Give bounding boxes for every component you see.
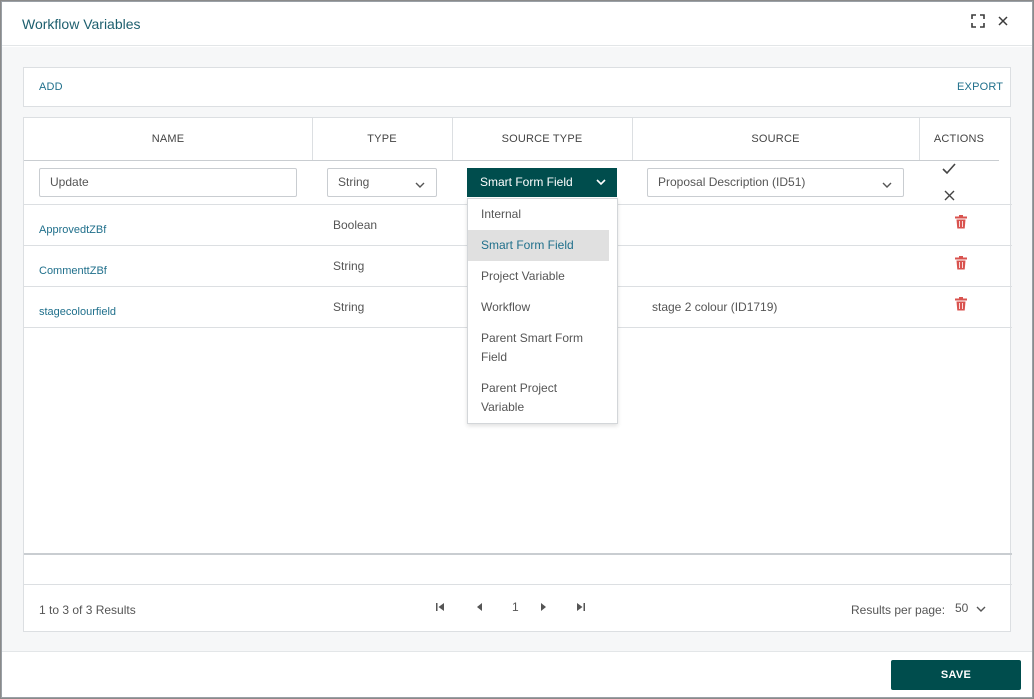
type-select-value: String [338,175,370,189]
dialog-title: Workflow Variables [22,16,141,32]
delete-trash-icon[interactable] [955,256,969,272]
chevron-down-icon [975,603,987,618]
results-per-page-select[interactable]: 50 [955,601,991,615]
chevron-down-icon [414,174,426,201]
dropdown-option-smart-form-field[interactable]: Smart Form Field [468,230,609,261]
delete-trash-icon[interactable] [955,215,969,231]
column-header-name[interactable]: NAME [24,118,312,160]
column-header-source[interactable]: SOURCE [632,118,919,160]
variable-type: String [333,300,365,314]
dropdown-option-line: Parent Project [481,381,558,395]
fullscreen-icon[interactable] [970,14,986,30]
variable-name-link[interactable]: CommenttZBf [39,265,107,277]
column-header-type[interactable]: TYPE [312,118,452,160]
dropdown-option-parent-project-variable[interactable]: Parent Project Variable [468,379,609,419]
export-button[interactable]: EXPORT [957,81,1003,93]
workflow-variables-dialog: Workflow Variables ADD EXPORT NAME TYPE … [1,1,1033,698]
source-type-dropdown: Internal Smart Form Field Project Variab… [467,198,618,424]
variables-grid: NAME TYPE SOURCE TYPE SOURCE ACTIONS Upd… [23,117,1012,632]
dropdown-option-line: Field [481,350,508,364]
column-header-actions: ACTIONS [933,133,985,145]
variable-type: Boolean [333,218,378,232]
source-select-value: Proposal Description (ID51) [658,175,806,189]
delete-trash-icon[interactable] [955,297,969,313]
type-select[interactable]: String [327,168,437,197]
dialog-footer: SAVE [2,651,1032,697]
next-page-icon[interactable] [540,602,547,615]
name-input[interactable]: Update [39,168,297,197]
variable-type: String [333,259,365,273]
previous-page-icon[interactable] [476,602,483,615]
results-per-page-label: Results per page: [851,603,946,617]
dropdown-option-workflow[interactable]: Workflow [468,298,609,323]
variable-name-link[interactable]: stagecolourfield [39,306,116,318]
variable-name-link[interactable]: ApprovedtZBf [39,224,106,236]
save-button[interactable]: SAVE [891,660,1021,690]
close-icon[interactable] [995,14,1011,30]
dialog-header: Workflow Variables [2,2,1032,46]
dropdown-option-line: Parent Smart Form [481,331,584,345]
dropdown-option-project-variable[interactable]: Project Variable [468,267,609,292]
add-button[interactable]: ADD [39,81,63,93]
results-count: 1 to 3 of 3 Results [39,603,136,617]
dropdown-option-parent-smart-form-field[interactable]: Parent Smart Form Field [468,329,609,369]
confirm-check-icon[interactable] [942,162,956,178]
source-select[interactable]: Proposal Description (ID51) [647,168,904,197]
first-page-icon[interactable] [436,602,445,615]
column-header-source-type[interactable]: SOURCE TYPE [452,118,632,160]
cancel-edit-icon[interactable] [944,188,955,204]
dropdown-option-line: Variable [481,400,525,414]
chevron-down-icon [595,170,607,199]
results-per-page-value: 50 [955,601,969,615]
last-page-icon[interactable] [576,602,585,615]
source-type-select-value: Smart Form Field [480,175,573,189]
grid-toolbar: ADD EXPORT [23,67,1011,107]
dialog-body: ADD EXPORT NAME TYPE SOURCE TYPE SOURCE … [2,47,1032,651]
variable-source: stage 2 colour (ID1719) [652,300,778,314]
source-type-select[interactable]: Smart Form Field [467,168,617,197]
chevron-down-icon [881,174,893,201]
current-page-number[interactable]: 1 [512,600,519,614]
